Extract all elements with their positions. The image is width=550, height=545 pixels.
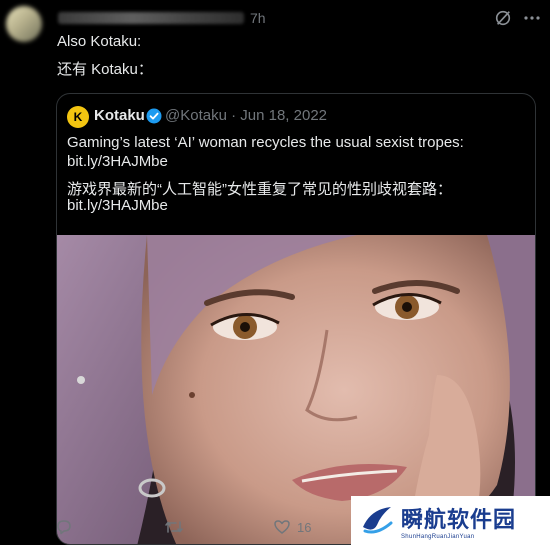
reply-button[interactable] bbox=[55, 518, 73, 536]
retweet-icon bbox=[165, 521, 183, 533]
more-icon[interactable] bbox=[522, 9, 542, 27]
quoted-link-en[interactable]: bit.ly/3HAJMbe bbox=[67, 153, 168, 170]
quoted-text-en: Gaming’s latest ‘AI’ woman recycles the … bbox=[67, 134, 464, 151]
quoted-tweet[interactable]: K Kotaku @Kotaku · Jun 18, 2022 Gaming’s… bbox=[56, 93, 536, 545]
watermark: 瞬航软件园 ShunHangRuanJianYuan bbox=[351, 496, 550, 545]
tweet-text-en: Also Kotaku: bbox=[57, 33, 142, 50]
like-icon bbox=[274, 520, 290, 534]
verified-icon bbox=[146, 108, 162, 124]
quoted-text-cn: 游戏界最新的“人工智能”女性重复了常见的性别歧视套路： bbox=[67, 181, 452, 198]
tweet-text-cn: 还有 Kotaku： bbox=[57, 61, 153, 78]
quoted-meta: @Kotaku · Jun 18, 2022 bbox=[165, 107, 327, 124]
watermark-text: 瞬航软件园 bbox=[401, 507, 517, 533]
tweet-time[interactable]: 7h bbox=[250, 10, 266, 26]
quoted-author[interactable]: Kotaku bbox=[94, 107, 145, 124]
retweet-button[interactable] bbox=[164, 518, 184, 536]
blurred-username[interactable] bbox=[58, 12, 244, 24]
kotaku-logo[interactable]: K bbox=[67, 106, 89, 128]
like-count: 16 bbox=[297, 519, 312, 535]
grok-icon[interactable] bbox=[494, 9, 512, 27]
like-button[interactable]: 16 bbox=[273, 518, 311, 536]
watermark-subtext: ShunHangRuanJianYuan bbox=[401, 533, 475, 540]
quoted-link-cn[interactable]: bit.ly/3HAJMbe bbox=[67, 197, 168, 214]
tweet-header: 7h bbox=[0, 0, 550, 42]
watermark-logo-icon bbox=[363, 506, 393, 533]
reply-icon bbox=[57, 520, 71, 535]
avatar[interactable] bbox=[6, 6, 42, 42]
